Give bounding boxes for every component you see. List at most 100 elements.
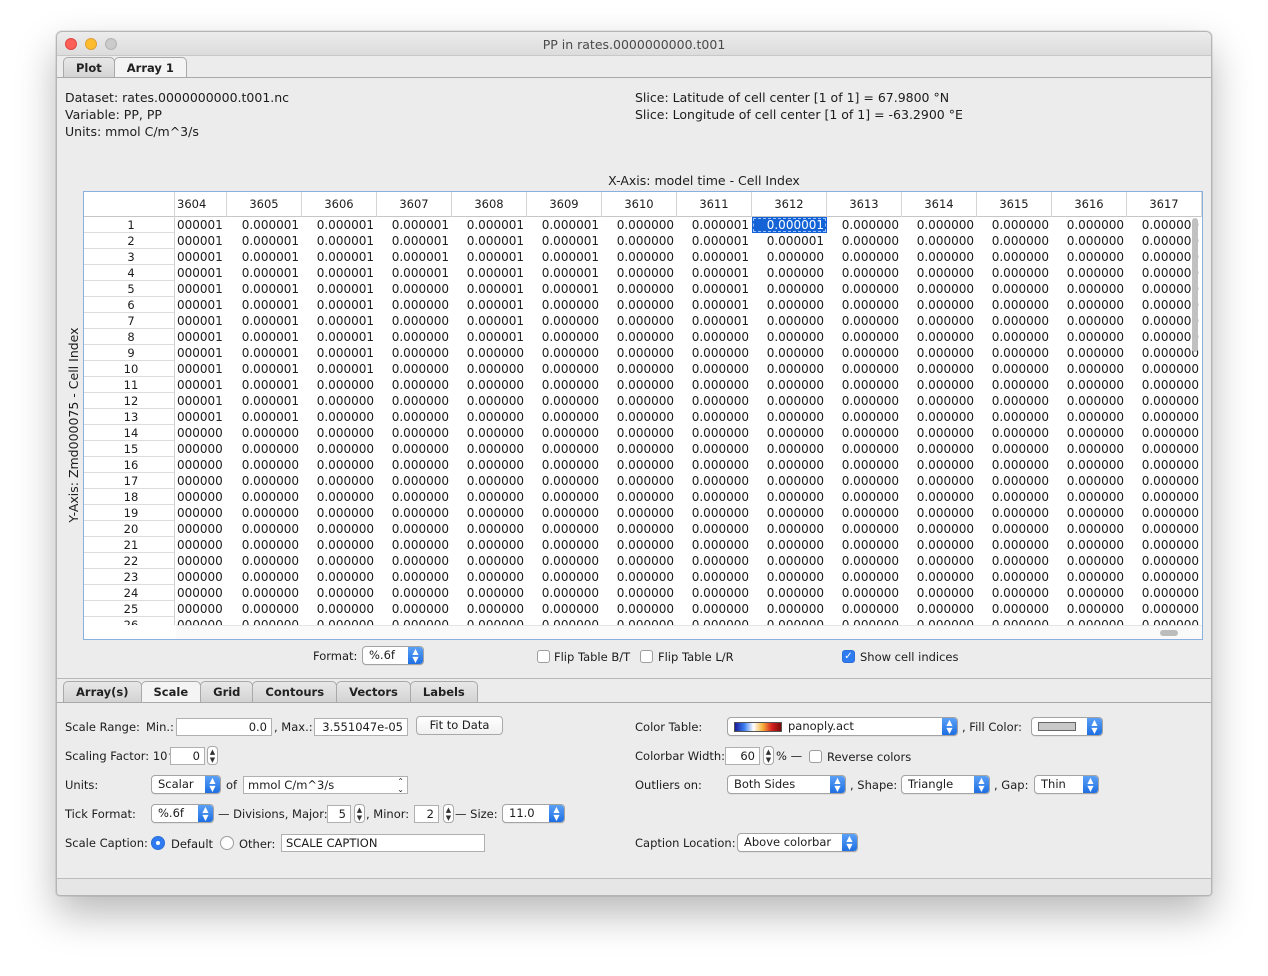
table-cell[interactable]: 0.000000 (452, 601, 527, 617)
table-cell[interactable]: 0.000001 (452, 313, 527, 329)
table-cell[interactable]: 000000 (175, 473, 227, 489)
table-cell[interactable]: 0.000000 (977, 217, 1052, 233)
table-cell[interactable]: 0.000000 (902, 425, 977, 441)
scaling-factor-field[interactable]: 0 (170, 747, 205, 765)
table-cell[interactable]: 0.000000 (902, 345, 977, 361)
table-cell[interactable]: 000001 (175, 377, 227, 393)
row-index[interactable]: 12 (84, 393, 175, 409)
table-cell[interactable]: 0.000000 (1127, 329, 1202, 345)
table-cell[interactable]: 0.000000 (302, 601, 377, 617)
table-cell[interactable]: 000000 (175, 425, 227, 441)
table-cell[interactable]: 0.000000 (527, 425, 602, 441)
table-cell[interactable]: 0.000000 (902, 457, 977, 473)
minor-stepper[interactable]: ▲ ▼ (443, 804, 454, 823)
table-cell[interactable]: 0.000000 (752, 281, 827, 297)
table-cell[interactable]: 0.000001 (227, 377, 302, 393)
table-cell[interactable]: 0.000000 (827, 617, 902, 625)
table-cell[interactable]: 0.000000 (227, 473, 302, 489)
table-cell[interactable]: 0.000000 (527, 377, 602, 393)
row-index[interactable]: 20 (84, 521, 175, 537)
table-cell[interactable]: 0.000000 (1127, 521, 1202, 537)
column-header[interactable]: 3611 (677, 192, 752, 217)
table-cell[interactable]: 0.000000 (602, 457, 677, 473)
table-cell[interactable]: 0.000000 (602, 521, 677, 537)
table-cell[interactable]: 0.000000 (227, 441, 302, 457)
table-cell[interactable]: 0.000000 (1127, 505, 1202, 521)
table-cell[interactable]: 0.000000 (227, 505, 302, 521)
table-cell[interactable]: 0.000001 (227, 249, 302, 265)
data-table[interactable]: 3604 3605 3606 3607 3608 3609 3610 3611 3612 3613… (83, 191, 1203, 640)
table-cell[interactable]: 0.000000 (677, 345, 752, 361)
table-cell[interactable]: 0.000001 (377, 233, 452, 249)
table-cell[interactable]: 0.000000 (1052, 601, 1127, 617)
flip-lr-checkbox[interactable] (640, 650, 653, 663)
table-cell[interactable]: 0.000000 (902, 489, 977, 505)
table-cell[interactable]: 0.000000 (827, 265, 902, 281)
table-cell[interactable]: 0.000000 (377, 473, 452, 489)
table-cell[interactable]: 0.000001 (302, 281, 377, 297)
table-cell[interactable]: 000000 (175, 569, 227, 585)
table-cell[interactable]: 0.000000 (677, 505, 752, 521)
table-cell[interactable]: 000001 (175, 281, 227, 297)
row-index[interactable]: 15 (84, 441, 175, 457)
table-cell[interactable]: 0.000000 (1052, 345, 1127, 361)
table-cell[interactable]: 0.000000 (1127, 249, 1202, 265)
table-cell[interactable]: 0.000000 (452, 553, 527, 569)
table-cell[interactable]: 0.000000 (452, 617, 527, 625)
table-cell[interactable]: 0.000000 (1052, 489, 1127, 505)
table-cell[interactable]: 0.000000 (977, 601, 1052, 617)
column-header[interactable]: 3609 (527, 192, 602, 217)
table-cell[interactable]: 0.000000 (977, 249, 1052, 265)
table-cell[interactable]: 0.000000 (1127, 553, 1202, 569)
table-cell[interactable]: 0.000001 (227, 409, 302, 425)
table-cell[interactable]: 0.000000 (302, 553, 377, 569)
table-cell[interactable]: 0.000000 (977, 617, 1052, 625)
column-header[interactable]: 3617 (1127, 192, 1202, 217)
table-cell[interactable]: 0.000000 (827, 425, 902, 441)
min-field[interactable]: 0.0 (176, 718, 272, 736)
table-cell[interactable]: 0.000000 (977, 329, 1052, 345)
table-cell[interactable]: 0.000000 (452, 505, 527, 521)
table-cell[interactable]: 0.000000 (977, 521, 1052, 537)
table-cell[interactable]: 0.000000 (902, 521, 977, 537)
table-cell[interactable]: 0.000000 (902, 249, 977, 265)
table-cell[interactable]: 0.000000 (1052, 281, 1127, 297)
table-cell[interactable]: 0.000001 (227, 265, 302, 281)
caption-text-field[interactable]: SCALE CAPTION (281, 834, 485, 852)
table-cell[interactable]: 000001 (175, 265, 227, 281)
scaling-factor-stepper[interactable]: ▲ ▼ (207, 746, 218, 765)
table-cell[interactable]: 0.000000 (602, 345, 677, 361)
row-index[interactable]: 16 (84, 457, 175, 473)
table-cell[interactable]: 0.000000 (677, 409, 752, 425)
table-cell[interactable]: 0.000001 (527, 217, 602, 233)
table-cell[interactable]: 0.000000 (752, 361, 827, 377)
table-cell[interactable]: 0.000001 (227, 329, 302, 345)
table-cell[interactable]: 0.000000 (902, 297, 977, 313)
table-cell[interactable]: 0.000000 (302, 521, 377, 537)
table-cell[interactable]: 0.000000 (602, 233, 677, 249)
table-cell[interactable]: 0.000000 (827, 601, 902, 617)
table-cell[interactable]: 0.000000 (752, 473, 827, 489)
table-cell[interactable]: 0.000000 (527, 393, 602, 409)
table-cell[interactable]: 0.000000 (602, 377, 677, 393)
table-cell[interactable]: 0.000001 (302, 313, 377, 329)
table-cell[interactable]: 0.000000 (452, 441, 527, 457)
row-index[interactable]: 25 (84, 601, 175, 617)
color-table-select[interactable]: panoply.act ▲ ▼ (727, 717, 958, 736)
table-cell[interactable]: 0.000000 (1127, 281, 1202, 297)
table-cell[interactable]: 0.000000 (302, 377, 377, 393)
table-cell[interactable]: 0.000000 (602, 553, 677, 569)
table-cell[interactable]: 0.000000 (302, 537, 377, 553)
units-type-select[interactable]: Scalar ▲ ▼ (151, 775, 221, 794)
table-cell[interactable]: 0.000000 (1127, 473, 1202, 489)
table-cell[interactable]: 0.000000 (602, 489, 677, 505)
table-cell[interactable]: 0.000000 (977, 473, 1052, 489)
table-cell[interactable]: 0.000000 (827, 313, 902, 329)
table-cell[interactable]: 0.000000 (677, 585, 752, 601)
table-cell[interactable]: 0.000000 (752, 601, 827, 617)
table-cell[interactable]: 0.000000 (1127, 361, 1202, 377)
table-cell[interactable]: 000000 (175, 457, 227, 473)
table-cell[interactable]: 0.000001 (452, 297, 527, 313)
table-cell[interactable]: 0.000000 (1052, 313, 1127, 329)
table-cell[interactable]: 0.000000 (452, 425, 527, 441)
